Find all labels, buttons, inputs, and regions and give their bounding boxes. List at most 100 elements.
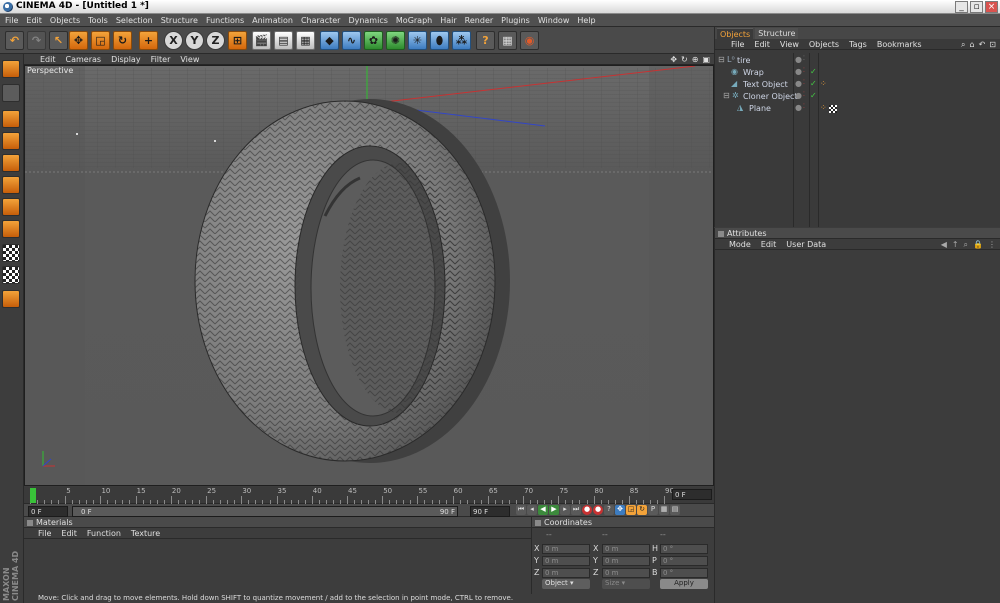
next-key-button[interactable]: ▸ — [560, 505, 570, 515]
menu-tools[interactable]: Tools — [88, 16, 108, 25]
perspective-viewport[interactable]: Perspective — [24, 65, 714, 486]
objects-menu-edit[interactable]: Edit — [754, 39, 770, 49]
expand-icon[interactable]: ⊡ — [989, 39, 996, 50]
tree-item-plane[interactable]: ◮ Plane ● ⁚ ⁘ — [715, 103, 1000, 115]
attributes-menu-mode[interactable]: Mode — [729, 239, 751, 249]
zoom-view-icon[interactable]: ⊕ — [692, 55, 699, 64]
previous-key-button[interactable]: ◂ — [527, 505, 537, 515]
rotate-tool-icon[interactable]: ↻ — [113, 31, 132, 50]
enabled-check-icon[interactable]: ✓ — [810, 67, 817, 76]
axis-mode-icon[interactable] — [2, 220, 20, 238]
visibility-dot-icon[interactable]: ● — [795, 103, 802, 112]
apply-button[interactable]: Apply — [660, 579, 708, 589]
timeline-menu-button[interactable]: ▤ — [670, 505, 680, 515]
object-mode-icon[interactable] — [2, 84, 20, 102]
back-arrow-icon[interactable]: ◀ — [941, 239, 947, 250]
visibility-dot-icon[interactable]: ● — [795, 79, 802, 88]
home-icon[interactable]: ⌂ — [970, 39, 975, 50]
timeline-ruler[interactable]: 051015202530354045505560657075808590 — [30, 487, 674, 504]
play-backward-button[interactable]: ◀ — [538, 505, 548, 515]
tab-objects[interactable]: Objects — [717, 28, 754, 39]
pla-track-button[interactable]: ▦ — [659, 505, 669, 515]
size-mode-select[interactable]: Size ▾ — [602, 579, 650, 589]
objects-menu-objects[interactable]: Objects — [809, 39, 839, 49]
redo-button[interactable]: ↷ — [27, 31, 46, 50]
viewport-menu-filter[interactable]: Filter — [151, 55, 171, 64]
scene-object-icon[interactable]: ⬮ — [430, 31, 449, 50]
materials-menu-file[interactable]: File — [38, 528, 51, 538]
menu-dynamics[interactable]: Dynamics — [348, 16, 387, 25]
autokey-button[interactable]: ● — [593, 505, 603, 515]
visibility-dot-icon[interactable]: ● — [795, 55, 802, 64]
workplane-icon[interactable] — [2, 266, 20, 284]
material-tag-icon[interactable] — [829, 105, 837, 113]
render-dot-icon[interactable]: ⁚ — [803, 55, 805, 62]
keyframe-selection-button[interactable]: ? — [604, 505, 614, 515]
expand-toggle-icon[interactable]: ⊟ — [718, 55, 725, 64]
tab-structure[interactable]: Structure — [755, 28, 799, 39]
materials-menu-texture[interactable]: Texture — [131, 528, 160, 538]
play-forward-button[interactable]: ▶ — [549, 505, 559, 515]
rotation-track-button[interactable]: ↻ — [637, 505, 647, 515]
position-y-field[interactable]: 0 m — [542, 556, 590, 566]
menu-functions[interactable]: Functions — [206, 16, 244, 25]
menu-render[interactable]: Render — [465, 16, 493, 25]
up-arrow-icon[interactable]: ↑ — [952, 239, 959, 250]
render-dot-icon[interactable]: ⁚ — [803, 79, 805, 86]
enabled-check-icon[interactable]: ✓ — [810, 91, 817, 100]
menu-plugins[interactable]: Plugins — [501, 16, 530, 25]
coordinate-system-icon[interactable]: ⊞ — [228, 31, 247, 50]
search-icon[interactable]: ⌕ — [961, 39, 965, 50]
playhead-marker[interactable] — [30, 488, 36, 503]
uv-points-icon[interactable] — [2, 176, 20, 194]
timeline[interactable]: 051015202530354045505560657075808590 0 F — [24, 487, 714, 504]
viewport-menu-cameras[interactable]: Cameras — [66, 55, 102, 64]
tree-item-cloner-object[interactable]: ⊟ ✲ Cloner Object ● ⁚ ✓ — [715, 91, 1000, 103]
end-frame-field[interactable]: 90 F — [470, 506, 510, 517]
viewport-menu-edit[interactable]: Edit — [40, 55, 56, 64]
render-dot-icon[interactable]: ⁚ — [803, 103, 805, 110]
go-to-end-button[interactable]: ⏭ — [571, 505, 581, 515]
menu-hair[interactable]: Hair — [440, 16, 456, 25]
search-icon[interactable]: ⌕ — [964, 239, 968, 250]
tag-icon[interactable]: ⁘ — [820, 79, 827, 88]
x-axis-lock-icon[interactable]: X — [164, 31, 183, 50]
tree-item-text-object[interactable]: ◢ Text Object ● ⁚ ✓ ⁘ — [715, 79, 1000, 91]
visibility-dot-icon[interactable]: ● — [795, 91, 802, 100]
materials-menu-function[interactable]: Function — [87, 528, 121, 538]
y-axis-lock-icon[interactable]: Y — [185, 31, 204, 50]
menu-character[interactable]: Character — [301, 16, 341, 25]
z-axis-lock-icon[interactable]: Z — [206, 31, 225, 50]
menu-edit[interactable]: Edit — [26, 16, 42, 25]
back-icon[interactable]: ↶ — [979, 39, 986, 50]
position-track-button[interactable]: ✥ — [615, 505, 625, 515]
nurbs-icon[interactable]: ✿ — [364, 31, 383, 50]
points-mode-icon[interactable] — [2, 110, 20, 128]
coordinate-mode-select[interactable]: Object ▾ — [542, 579, 590, 589]
render-settings-icon[interactable]: ▦ — [296, 31, 315, 50]
render-dot-icon[interactable]: ⁚ — [803, 67, 805, 74]
position-x-field[interactable]: 0 m — [542, 544, 590, 554]
viewport-menu-display[interactable]: Display — [111, 55, 141, 64]
menu-structure[interactable]: Structure — [161, 16, 198, 25]
render-picture-viewer-icon[interactable]: ▤ — [274, 31, 293, 50]
render-view-icon[interactable]: 🎬 — [252, 31, 271, 50]
record-key-button[interactable]: ● — [582, 505, 592, 515]
parameter-track-button[interactable]: P — [648, 505, 658, 515]
menu-window[interactable]: Window — [538, 16, 570, 25]
menu-file[interactable]: File — [5, 16, 18, 25]
attributes-menu-user-data[interactable]: User Data — [786, 239, 826, 249]
texture-mode-icon[interactable] — [2, 244, 20, 262]
render-dot-icon[interactable]: ⁚ — [803, 91, 805, 98]
current-frame-field[interactable]: 0 F — [672, 489, 712, 500]
size-z-field[interactable]: 0 m — [602, 568, 650, 578]
camera-icon[interactable]: ? — [476, 31, 495, 50]
frame-range-slider[interactable]: 0 F 90 F — [72, 506, 458, 517]
rotate-view-icon[interactable]: ↻ — [681, 55, 688, 64]
environment-icon[interactable]: ⁂ — [452, 31, 471, 50]
scale-tool-icon[interactable]: ◲ — [91, 31, 110, 50]
menu-objects[interactable]: Objects — [50, 16, 80, 25]
move-tool-icon[interactable]: ✥ — [69, 31, 88, 50]
position-z-field[interactable]: 0 m — [542, 568, 590, 578]
more-icon[interactable]: ⋮ — [988, 239, 996, 250]
